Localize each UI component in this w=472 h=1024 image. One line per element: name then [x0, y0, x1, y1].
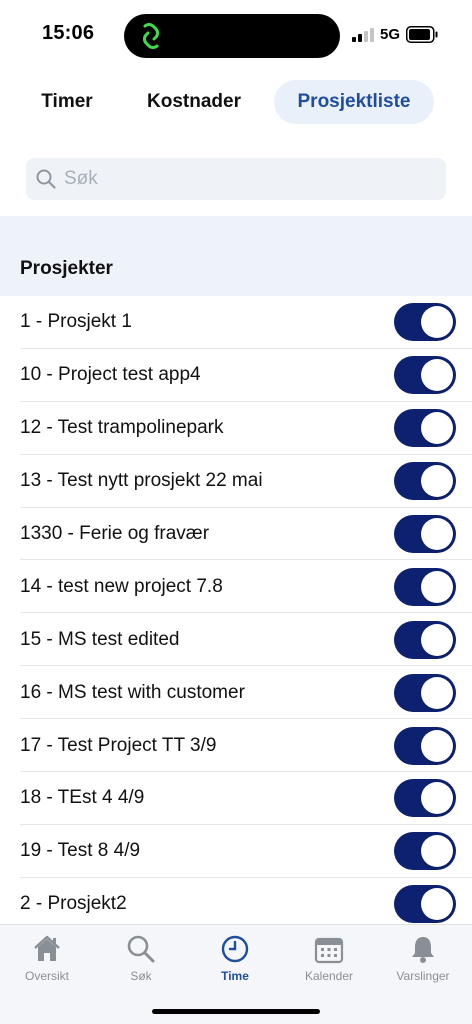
toggle-knob: [421, 729, 453, 762]
toggle-knob: [421, 676, 453, 709]
project-label: 2 - Prosjekt2: [20, 893, 127, 915]
dynamic-island: [124, 14, 340, 58]
nav-time[interactable]: Time: [188, 931, 282, 991]
project-row: 19 - Test 8 4/9: [0, 825, 472, 878]
search-input[interactable]: [64, 158, 434, 200]
project-row: 16 - MS test with customer: [0, 666, 472, 720]
project-label: 16 - MS test with customer: [20, 681, 245, 703]
project-label: 17 - Test Project TT 3/9: [20, 734, 217, 756]
toggle-knob: [421, 570, 453, 603]
toggle-knob: [421, 306, 453, 339]
project-label: 14 - test new project 7.8: [20, 575, 223, 597]
search-icon: [127, 935, 155, 963]
project-row: 10 - Project test app4: [0, 349, 472, 402]
project-row: 18 - TEst 4 4/9: [0, 772, 472, 825]
toggle-knob: [421, 359, 453, 392]
nav-label: Søk: [130, 969, 152, 983]
project-label: 19 - Test 8 4/9: [20, 840, 141, 862]
nav-sok[interactable]: Søk: [94, 931, 188, 991]
project-label: 1 - Prosjekt 1: [20, 311, 132, 333]
project-row: 1 - Prosjekt 1: [0, 296, 472, 349]
project-toggle[interactable]: [394, 303, 456, 342]
status-time: 15:06: [42, 22, 95, 44]
section-header: Prosjekter: [0, 216, 472, 296]
calendar-icon: [314, 937, 344, 964]
project-row: 14 - test new project 7.8: [0, 560, 472, 614]
project-label: 1330 - Ferie og fravær: [20, 523, 210, 544]
project-toggle[interactable]: [394, 409, 456, 448]
project-label: 10 - Project test app4: [20, 364, 201, 386]
project-row: 15 - MS test edited: [0, 613, 472, 667]
toggle-knob: [421, 465, 453, 498]
signal-icon: [352, 28, 374, 42]
project-label: 18 - TEst 4 4/9: [20, 787, 145, 809]
network-label: 5G: [380, 26, 401, 43]
project-toggle[interactable]: [394, 779, 456, 818]
search-box[interactable]: [26, 158, 446, 200]
nav-oversikt[interactable]: Oversikt: [0, 931, 94, 991]
project-label: 13 - Test nytt prosjekt 22 mai: [20, 470, 263, 492]
toggle-knob: [421, 835, 453, 868]
battery-icon: [406, 26, 438, 43]
project-toggle[interactable]: [394, 515, 456, 553]
project-toggle[interactable]: [394, 620, 456, 659]
toggle-knob: [421, 782, 453, 815]
clock-icon: [221, 935, 249, 963]
project-toggle[interactable]: [394, 356, 456, 395]
project-toggle[interactable]: [394, 673, 456, 712]
nav-kalender[interactable]: Kalender: [282, 931, 376, 991]
toggle-knob: [421, 412, 453, 445]
project-toggle[interactable]: [394, 462, 456, 501]
toggle-knob: [421, 518, 453, 550]
tab-kostnader[interactable]: Kostnader: [130, 80, 258, 124]
toggle-knob: [421, 623, 453, 656]
status-bar: 15:06 5G: [0, 0, 472, 70]
project-toggle[interactable]: [394, 567, 456, 606]
section-title: Prosjekter: [20, 258, 113, 279]
segmented-tabs: Timer Kostnader Prosjektliste: [0, 80, 472, 126]
tab-timer[interactable]: Timer: [22, 80, 112, 124]
project-row: 12 - Test trampolinepark: [0, 402, 472, 455]
home-indicator: [152, 1009, 320, 1014]
toggle-knob: [421, 888, 453, 921]
home-icon: [34, 935, 60, 961]
project-row: 1330 - Ferie og fravær: [0, 508, 472, 561]
nav-label: Kalender: [304, 969, 354, 983]
project-row: 17 - Test Project TT 3/9: [0, 719, 472, 772]
project-toggle[interactable]: [394, 726, 456, 765]
nav-label: Oversikt: [24, 969, 69, 983]
project-row: 13 - Test nytt prosjekt 22 mai: [0, 455, 472, 508]
project-list[interactable]: 1 - Prosjekt 1 10 - Project test app4 12…: [0, 296, 472, 924]
project-toggle[interactable]: [394, 832, 456, 871]
nav-label: Time: [221, 969, 249, 983]
app-activity-icon: [143, 23, 159, 49]
project-toggle[interactable]: [394, 885, 456, 924]
project-row: 2 - Prosjekt2: [0, 878, 472, 924]
project-label: 12 - Test trampolinepark: [20, 417, 224, 439]
nav-varslinger[interactable]: Varslinger: [376, 931, 470, 991]
search-icon: [36, 169, 56, 189]
tab-prosjektliste[interactable]: Prosjektliste: [274, 80, 434, 124]
project-label: 15 - MS test edited: [20, 628, 180, 650]
bell-icon: [412, 937, 434, 963]
nav-label: Varslinger: [396, 969, 450, 983]
search-area: [0, 142, 472, 216]
